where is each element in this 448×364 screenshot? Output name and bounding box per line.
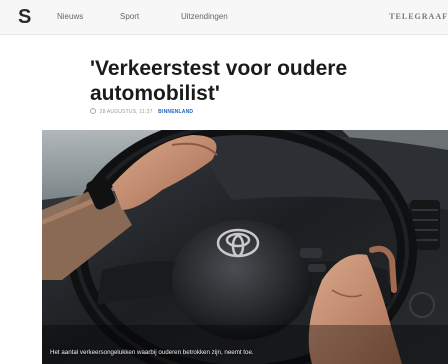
brand-logo[interactable]: TELEGRAAF [389,12,448,21]
article-title: 'Verkeerstest voor oudere automobilist' [90,57,348,105]
top-navigation: S Nieuws Sport Uitzendingen TELEGRAAF [0,0,448,35]
steering-wheel-photo [42,130,448,364]
article-category[interactable]: BINNENLAND [158,109,193,115]
photo-caption: Het aantal verkeersongelukken waarbij ou… [50,349,254,356]
nav-item-uitzendingen[interactable]: Uitzendingen [181,12,228,21]
nav-item-nieuws[interactable]: Nieuws [57,12,83,21]
nav-item-sport[interactable]: Sport [120,12,139,21]
article-meta: 28 AUGUSTUS, 11:37 BINNENLAND [90,108,193,115]
site-logo[interactable]: S [18,6,31,28]
article-photo: Het aantal verkeersongelukken waarbij ou… [42,130,448,364]
article-date: 28 AUGUSTUS, 11:37 [99,109,153,115]
clock-icon [90,108,96,114]
